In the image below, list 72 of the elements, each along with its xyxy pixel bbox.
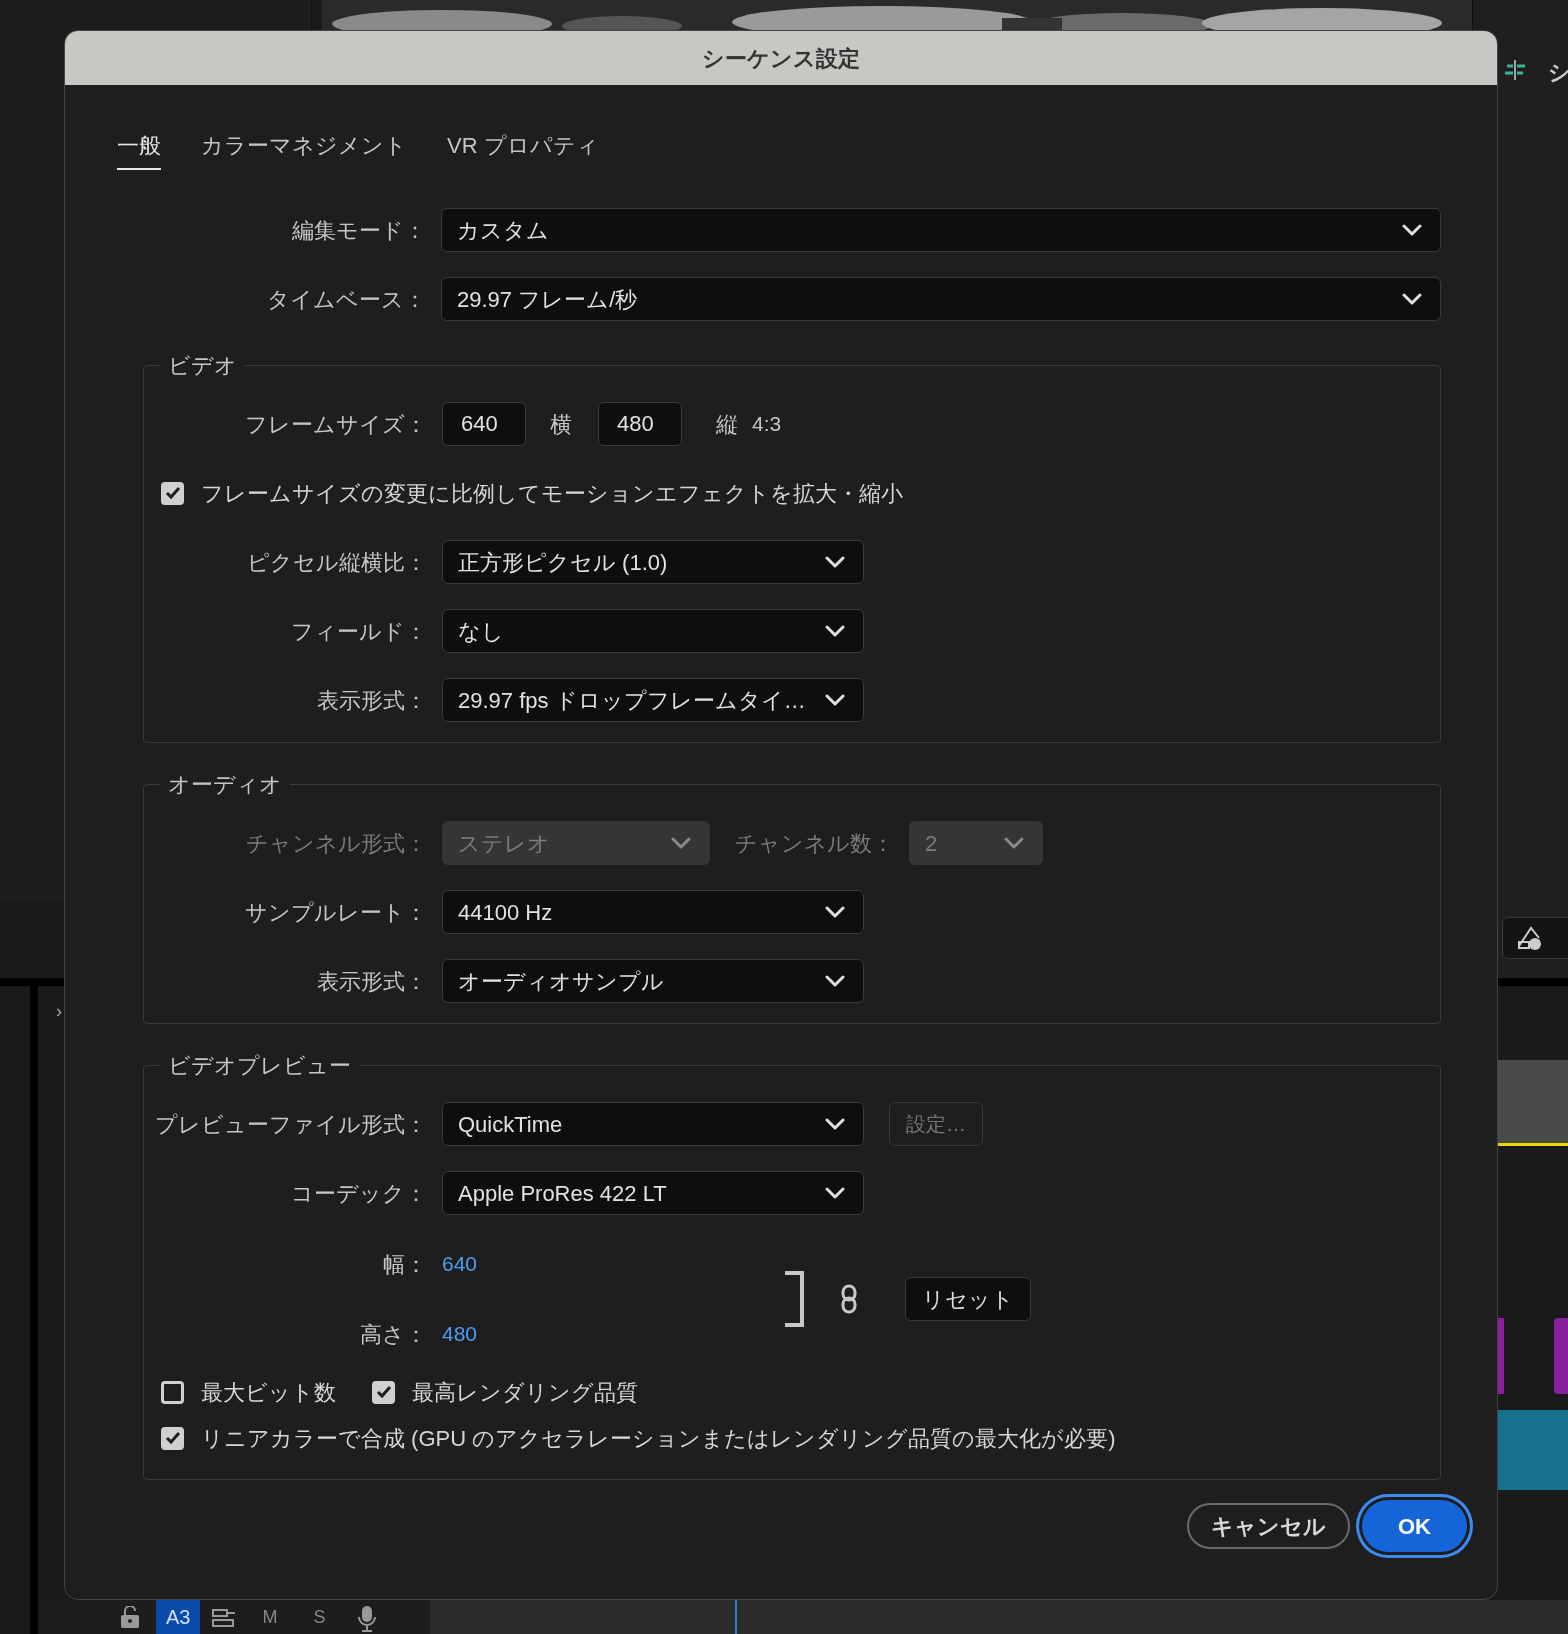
cancel-button[interactable]: キャンセル	[1187, 1503, 1350, 1549]
unit-label: 縦	[716, 410, 738, 439]
field-label: 高さ：	[359, 1320, 427, 1349]
field-label: 編集モード：	[291, 216, 426, 245]
tool-button[interactable]	[1502, 917, 1568, 959]
field-label: 表示形式：	[316, 967, 427, 996]
field-label: コーデック：	[290, 1179, 427, 1208]
number-field[interactable]: 640	[442, 402, 526, 446]
chevron-down-icon	[825, 975, 845, 987]
dimension-value: 480	[442, 1321, 478, 1348]
chevron-down-icon	[825, 1118, 845, 1130]
track-toggle[interactable]: M	[252, 1600, 288, 1634]
field-label: フィールド：	[290, 617, 427, 646]
chevron-down-icon	[1402, 224, 1422, 236]
track-toggle[interactable]: S	[303, 1600, 336, 1634]
unit-label: 横	[550, 410, 572, 439]
checkbox[interactable]	[161, 1426, 184, 1450]
link-icon[interactable]	[841, 1284, 857, 1314]
expand-icon[interactable]: ›	[56, 998, 62, 1025]
bracket-icon	[783, 1271, 805, 1327]
chevron-down-icon	[825, 694, 845, 706]
dropdown[interactable]: Apple ProRes 422 LT	[442, 1171, 864, 1215]
tab[interactable]: カラーマネジメント	[201, 129, 407, 170]
checkbox[interactable]	[372, 1380, 395, 1404]
field-label: チャンネル数：	[735, 829, 894, 858]
chevron-down-icon	[1004, 837, 1024, 849]
dropdown[interactable]: 29.97 フレーム/秒	[441, 277, 1441, 321]
chevron-down-icon	[825, 625, 845, 637]
chevron-down-icon	[825, 1187, 845, 1199]
lock-icon[interactable]	[120, 1606, 140, 1628]
dropdown[interactable]: なし	[442, 609, 864, 653]
dropdown[interactable]: 29.97 fps ドロップフレームタイ…	[442, 678, 864, 722]
field-label: 表示形式：	[316, 686, 427, 715]
tab[interactable]: 一般	[117, 129, 161, 170]
dimension-value: 640	[442, 1251, 478, 1278]
section-title: ビデオ	[167, 352, 238, 380]
microphone-icon[interactable]	[357, 1604, 378, 1632]
sync-icon[interactable]	[212, 1608, 237, 1628]
field-label: サンプルレート：	[244, 898, 427, 927]
section-title: ビデオプレビュー	[167, 1052, 352, 1080]
check-icon	[375, 1385, 392, 1399]
dropdown[interactable]: オーディオサンプル	[442, 959, 864, 1003]
field-label: フレームサイズ：	[244, 410, 427, 439]
dropdown[interactable]: QuickTime	[442, 1102, 864, 1146]
dropdown[interactable]: 44100 Hz	[442, 890, 864, 934]
align-icon[interactable]	[1503, 58, 1527, 82]
dropdown[interactable]: カスタム	[441, 208, 1441, 252]
section-title: オーディオ	[167, 771, 283, 799]
window-title: シーケンス設定	[702, 44, 860, 73]
field-label: ピクセル縦横比：	[246, 548, 427, 577]
dropdown[interactable]: 正方形ピクセル (1.0)	[442, 540, 864, 584]
field-label: チャンネル形式：	[245, 829, 427, 858]
tab[interactable]: VR プロパティ	[447, 129, 599, 170]
reset-button[interactable]: リセット	[905, 1277, 1031, 1321]
aspect-ratio: 4:3	[752, 411, 782, 438]
chevron-down-icon	[825, 906, 845, 918]
field-label: プレビューファイル形式：	[154, 1110, 427, 1139]
number-field[interactable]: 480	[598, 402, 682, 446]
checkbox-label: リニアカラーで合成 (GPU のアクセラレーションまたはレンダリング品質の最大化が必要)	[201, 1424, 1116, 1453]
chevron-down-icon	[825, 556, 845, 568]
check-icon	[164, 486, 181, 500]
checkbox-label: 最高レンダリング品質	[412, 1378, 638, 1407]
chevron-down-icon	[1402, 293, 1422, 305]
chevron-down-icon	[671, 837, 691, 849]
field-label: タイムベース：	[266, 285, 426, 314]
checkbox-label: 最大ビット数	[201, 1378, 336, 1407]
track-toggle[interactable]: A3	[156, 1600, 201, 1634]
checkbox[interactable]	[161, 481, 184, 505]
check-icon	[164, 1431, 181, 1445]
checkbox-label: フレームサイズの変更に比例してモーションエフェクトを拡大・縮小	[201, 479, 903, 508]
field-label: 幅：	[382, 1250, 427, 1279]
checkbox[interactable]	[161, 1380, 184, 1404]
